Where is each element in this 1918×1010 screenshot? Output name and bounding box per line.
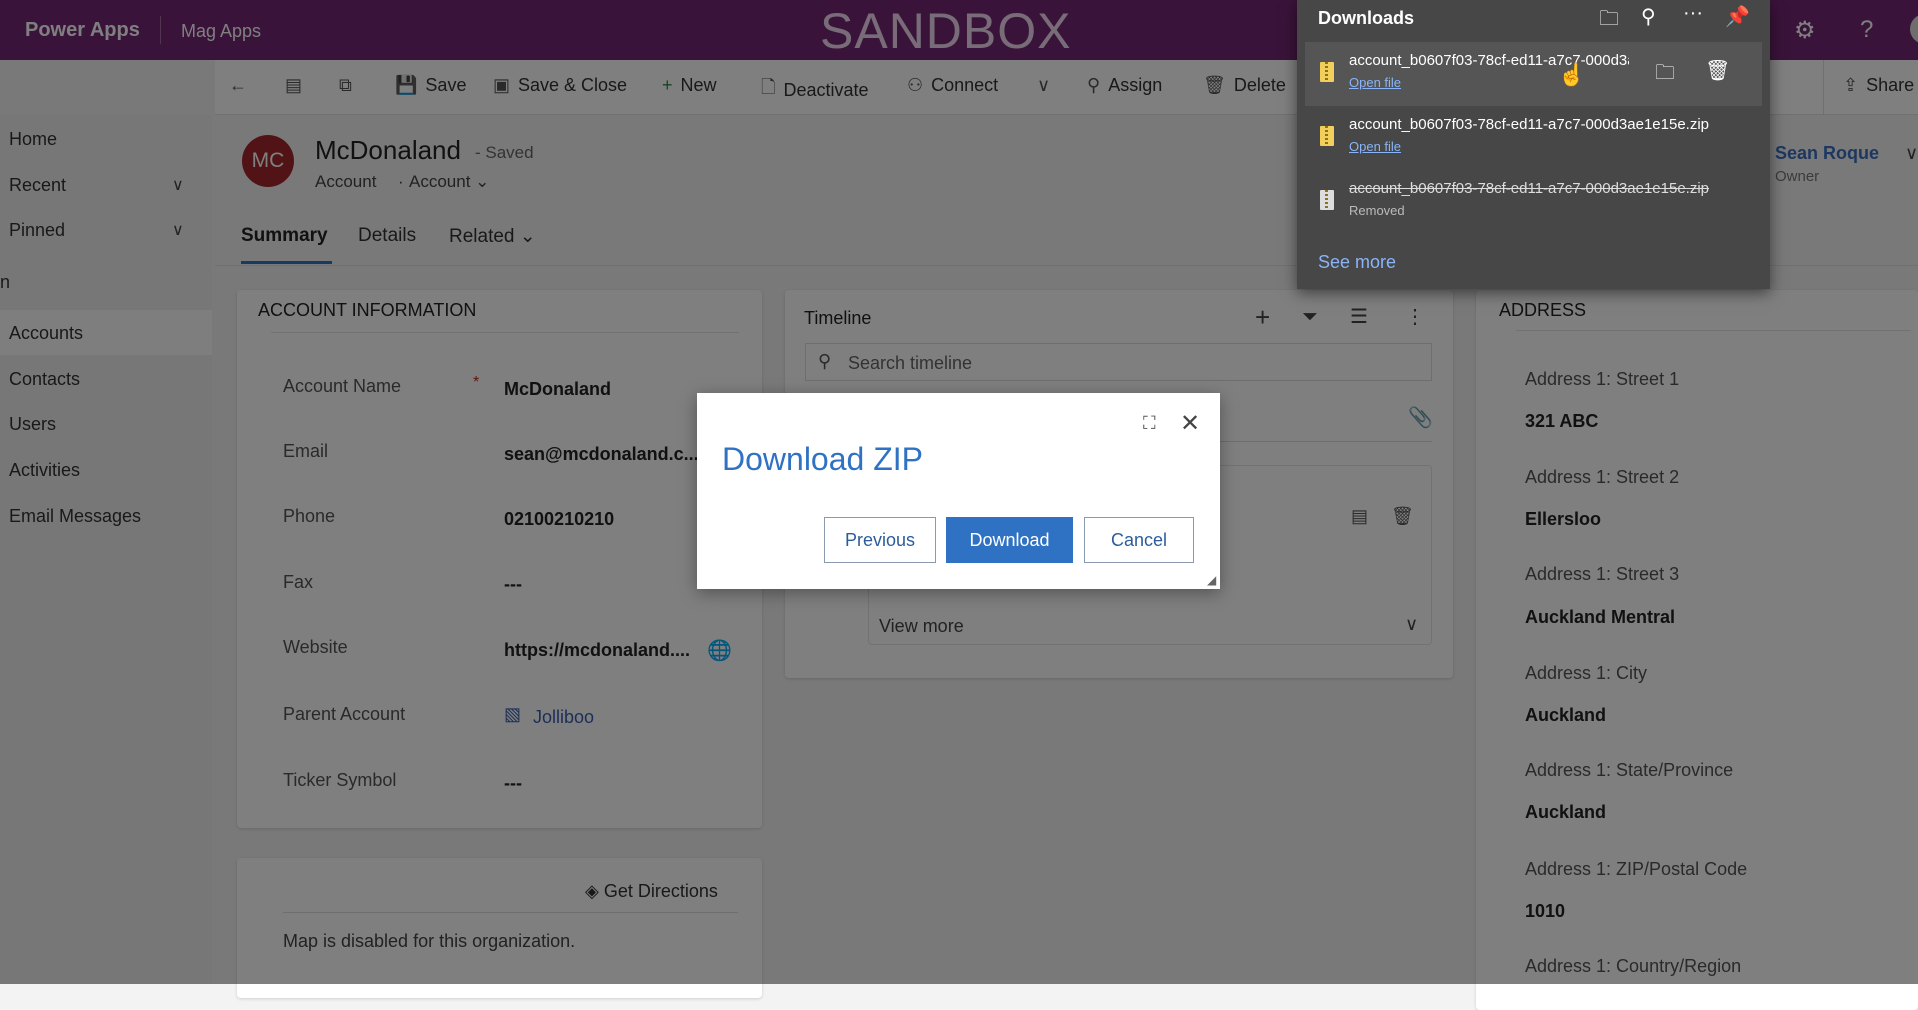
open-file-link[interactable]: Open file [1349,139,1401,154]
file-name[interactable]: account_b0607f03-78cf-ed11-a7c7-000d3ae1… [1349,116,1709,133]
file-name[interactable]: account_b0607f03-78cf-ed11-a7c7-000d3ae1… [1349,52,1629,69]
browser-downloads-panel: Downloads 🗀 ⚲ ··· 📌 account_b0607f03-78c… [1297,0,1770,289]
download-item[interactable]: account_b0607f03-78cf-ed11-a7c7-000d3ae1… [1305,170,1762,234]
previous-button[interactable]: Previous [824,517,936,563]
open-folder-icon[interactable]: 🗀 [1599,4,1619,38]
download-item[interactable]: account_b0607f03-78cf-ed11-a7c7-000d3ae1… [1305,106,1762,170]
expand-icon[interactable]: ⛶ [1143,413,1156,434]
open-file-link[interactable]: Open file [1349,75,1401,90]
more-options-icon[interactable]: ··· [1683,2,1703,25]
cancel-button[interactable]: Cancel [1084,517,1194,563]
zip-file-icon [1320,126,1334,146]
search-icon[interactable]: ⚲ [1641,4,1656,29]
show-in-folder-icon[interactable]: 🗀 [1655,58,1675,92]
dialog-title: Download ZIP [722,441,923,477]
close-icon[interactable]: ✕ [1180,409,1200,438]
zip-file-icon [1320,62,1334,82]
mouse-cursor-icon: ☝ [1558,62,1586,87]
pin-icon[interactable]: 📌 [1725,4,1750,29]
trash-icon[interactable]: 🗑 [1705,58,1730,83]
file-name: account_b0607f03-78cf-ed11-a7c7-000d3ae1… [1349,180,1710,197]
download-item[interactable]: account_b0607f03-78cf-ed11-a7c7-000d3ae1… [1305,42,1762,106]
downloads-title: Downloads [1318,8,1415,28]
download-button[interactable]: Download [946,517,1073,563]
removed-status: Removed [1349,203,1405,218]
download-zip-dialog: ⛶ ✕ Download ZIP Previous Download Cance… [697,393,1220,589]
zip-file-icon [1320,190,1334,210]
see-more-link[interactable]: See more [1318,252,1396,273]
resize-handle-icon[interactable]: ◢ [1207,573,1216,587]
